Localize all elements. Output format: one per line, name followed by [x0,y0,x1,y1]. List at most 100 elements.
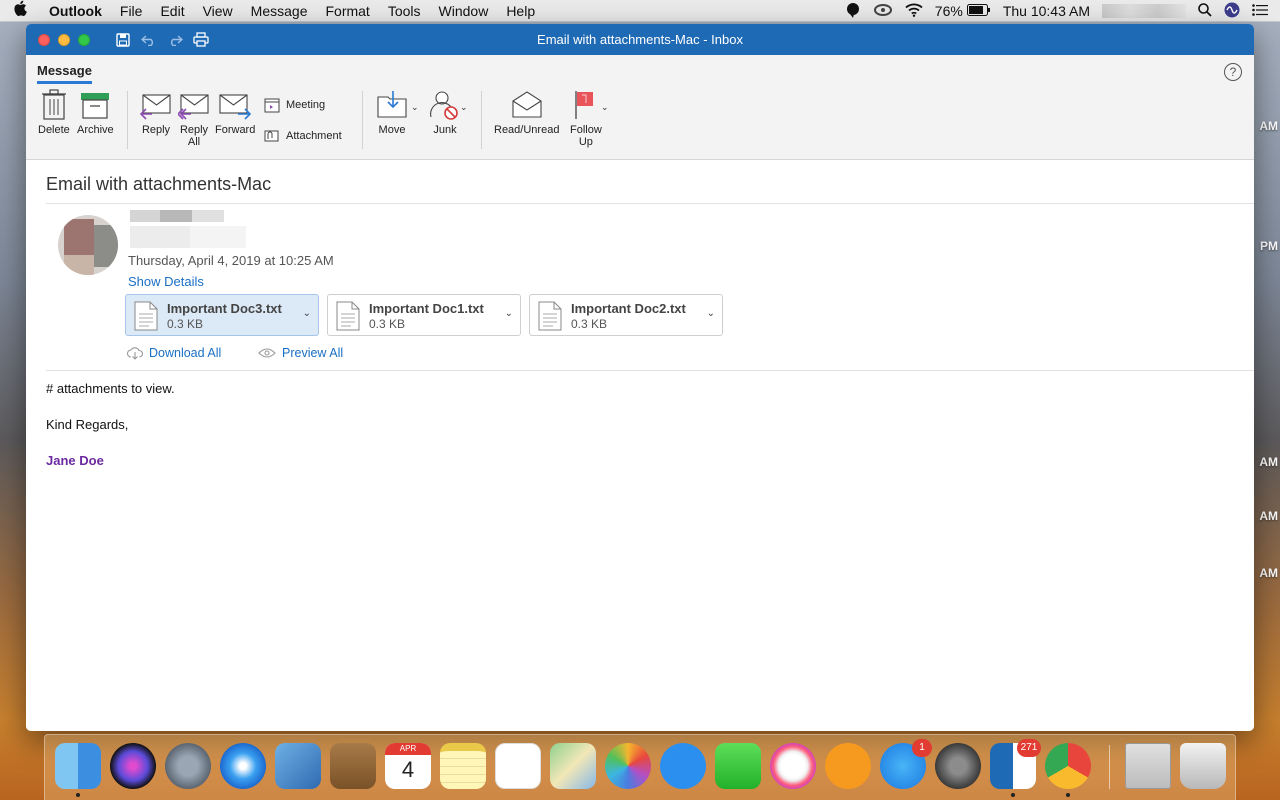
minimize-window-button[interactable] [58,33,70,46]
desktop-clock-fragment: AM [1259,119,1278,133]
junk-button[interactable]: Junk [429,89,461,136]
attachment-name: Important Doc3.txt [167,301,282,316]
help-icon[interactable]: ? [1224,63,1242,81]
archive-box-icon [81,93,110,119]
reply-all-label-line2: All [187,136,201,148]
attachment-size: 0.3 KB [167,317,204,331]
ibooks-icon[interactable] [825,743,871,789]
reply-button[interactable]: Reply [140,89,172,136]
text-document-icon [134,301,158,331]
redo-icon[interactable] [162,29,188,51]
chevron-down-icon[interactable]: ⌄ [707,308,715,319]
reply-all-icon [178,94,209,120]
battery-percent[interactable]: 76% [935,3,963,19]
reading-pane: Email with attachments-Mac Thursday, Apr… [26,160,1254,731]
mail-stamp-icon[interactable] [275,743,321,789]
launchpad-rocket-icon[interactable] [165,743,211,789]
menubar-clock[interactable]: Thu 10:43 AM [1003,3,1090,19]
move-dropdown-chevron-icon[interactable]: ⌄ [411,102,419,113]
chevron-down-icon[interactable]: ⌄ [303,308,311,319]
safari-compass-icon[interactable] [220,743,266,789]
contacts-book-icon[interactable] [330,743,376,789]
siri-icon[interactable] [1224,2,1240,21]
trash-icon[interactable] [1180,743,1226,789]
menu-app-name[interactable]: Outlook [40,3,111,19]
running-indicator [1066,793,1070,797]
text-document-icon [538,301,562,331]
delete-label: Delete [38,124,70,136]
zoom-window-button[interactable] [78,33,90,46]
menu-tools[interactable]: Tools [379,3,430,19]
running-indicator [1011,793,1015,797]
eye-icon [258,348,276,358]
divider [46,370,1254,371]
attachment-card[interactable]: Important Doc2.txt 0.3 KB ⌄ [529,294,723,336]
show-details-link[interactable]: Show Details [128,274,204,289]
message-body-line: Kind Regards, [46,417,129,432]
move-button[interactable]: Move [376,89,408,136]
tab-message[interactable]: Message [37,63,92,84]
system-preferences-gear-icon[interactable] [935,743,981,789]
archive-label: Archive [77,124,114,136]
reply-label: Reply [141,124,171,136]
follow-up-dropdown-chevron-icon[interactable]: ⌄ [601,102,609,113]
finder-icon[interactable] [55,743,101,789]
wifi-icon[interactable] [905,3,923,20]
close-window-button[interactable] [38,33,50,46]
screenshot-preview-icon[interactable] [1125,743,1171,789]
user-name-blurred[interactable] [1102,4,1186,18]
attachment-name: Important Doc1.txt [369,301,484,316]
menu-edit[interactable]: Edit [151,3,193,19]
meeting-button[interactable]: Meeting [264,97,325,113]
skype-status-icon[interactable] [845,2,861,21]
reminders-icon[interactable] [495,743,541,789]
menu-message[interactable]: Message [242,3,317,19]
chrome-icon[interactable] [1045,743,1091,789]
creative-cloud-icon[interactable] [873,3,893,20]
facetime-icon[interactable] [715,743,761,789]
forward-attachment-icon [264,130,279,142]
calendar-month: APR [385,743,431,755]
menu-view[interactable]: View [194,3,242,19]
spotlight-search-icon[interactable] [1198,2,1212,20]
sender-avatar[interactable] [58,215,118,275]
message-window: Email with attachments-Mac - Inbox Messa… [26,24,1254,731]
junk-dropdown-chevron-icon[interactable]: ⌄ [460,102,468,113]
menu-window[interactable]: Window [430,3,498,19]
messages-icon[interactable] [660,743,706,789]
siri-icon[interactable] [110,743,156,789]
attachment-label: Attachment [286,130,342,142]
attachment-card[interactable]: Important Doc3.txt 0.3 KB ⌄ [125,294,319,336]
sender-name-blurred[interactable] [130,210,224,222]
itunes-icon[interactable] [770,743,816,789]
maps-icon[interactable] [550,743,596,789]
follow-up-button[interactable]: Follow Up [570,89,602,148]
attachment-button[interactable]: Attachment [264,129,342,143]
undo-icon[interactable] [136,29,162,51]
download-all-button[interactable]: Download All [127,346,221,360]
battery-icon[interactable] [966,3,991,19]
photos-icon[interactable] [605,743,651,789]
delete-button[interactable]: Delete [38,89,70,136]
print-icon[interactable] [188,29,214,51]
divider [46,203,1254,204]
calendar-icon[interactable]: APR 4 [385,743,431,789]
forward-button[interactable]: Forward [215,89,255,136]
save-icon[interactable] [110,29,136,51]
apple-menu-icon[interactable] [0,0,40,21]
read-unread-button[interactable]: Read/Unread [494,89,559,136]
menu-file[interactable]: File [111,3,152,19]
chevron-down-icon[interactable]: ⌄ [505,308,513,319]
preview-all-button[interactable]: Preview All [258,346,343,360]
read-unread-label: Read/Unread [494,124,560,136]
archive-button[interactable]: Archive [77,89,114,136]
notification-center-icon[interactable] [1252,3,1268,19]
attachment-card[interactable]: Important Doc1.txt 0.3 KB ⌄ [327,294,521,336]
cloud-download-icon [127,347,143,360]
reply-all-button[interactable]: Reply All [178,89,210,148]
menu-help[interactable]: Help [497,3,544,19]
move-folder-icon [377,91,407,118]
notes-icon[interactable] [440,743,486,789]
follow-up-label-line2: Up [578,136,593,148]
menu-format[interactable]: Format [316,3,378,19]
